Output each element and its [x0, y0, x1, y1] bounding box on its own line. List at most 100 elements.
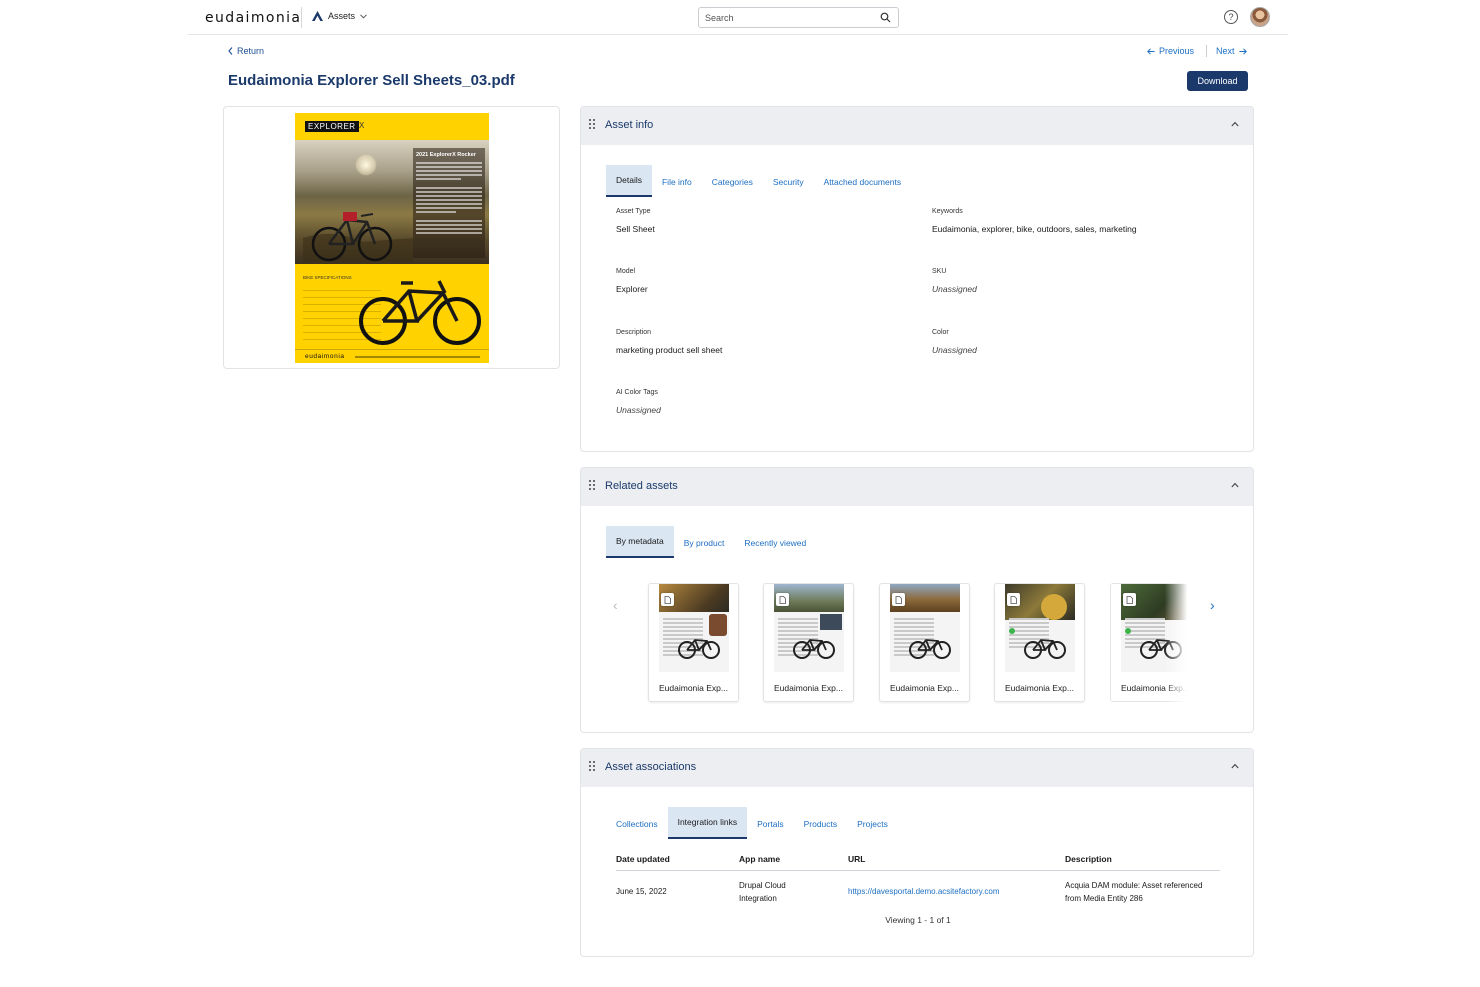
sheet-brand: EXPLORER: [305, 121, 359, 132]
sell-sheet-thumbnail: EXPLORER X 2021 ExplorerX Rocker BIKE SP…: [295, 113, 489, 363]
related-asset-card[interactable]: Eudaimonia Exp...: [648, 583, 739, 702]
document-icon: [1007, 593, 1020, 606]
chevron-up-icon[interactable]: [1231, 763, 1239, 769]
cell-url-link[interactable]: https://davesportal.demo.acsitefactory.c…: [848, 885, 999, 898]
cell-desc-line1: Acquia DAM module: Asset referenced: [1065, 881, 1203, 890]
app-root: eudaimonia Assets Search ? Return Previo…: [0, 0, 1480, 987]
previous-link[interactable]: Previous: [1147, 46, 1194, 56]
tab-recently-viewed[interactable]: Recently viewed: [734, 528, 816, 558]
tab-projects[interactable]: Projects: [847, 809, 898, 839]
related-asset-card[interactable]: Eudaimonia Exp...: [763, 583, 854, 702]
column-header-date[interactable]: Date updated: [616, 854, 670, 864]
related-asset-card[interactable]: Eudaimonia Exp...: [1110, 583, 1201, 702]
field-label: Keywords: [932, 208, 963, 215]
tab-details[interactable]: Details: [606, 165, 652, 197]
tab-integration-links[interactable]: Integration links: [667, 807, 748, 839]
divider: [616, 870, 1220, 871]
avatar[interactable]: [1250, 7, 1270, 27]
related-assets-tabs: By metadata By product Recently viewed: [606, 526, 816, 558]
asset-info-panel: Asset info Details File info Categories …: [580, 106, 1254, 452]
chevron-left-icon: [228, 47, 233, 55]
search-icon[interactable]: [880, 12, 891, 23]
panel-title: Asset info: [605, 119, 654, 131]
tab-attached-documents[interactable]: Attached documents: [814, 167, 912, 197]
tab-by-metadata[interactable]: By metadata: [606, 526, 674, 558]
column-header-app[interactable]: App name: [739, 854, 780, 864]
cell-app-line1: Drupal Cloud: [739, 881, 786, 890]
top-bar: eudaimonia Assets Search ?: [188, 0, 1288, 35]
cell-app-name: Drupal Cloud Integration: [739, 879, 786, 905]
asset-associations-panel: Asset associations Collections Integrati…: [580, 748, 1254, 957]
column-header-url[interactable]: URL: [848, 854, 865, 864]
drag-handle-icon[interactable]: [589, 480, 596, 491]
app-switcher-label: Assets: [328, 11, 356, 21]
field-model: Model Explorer: [616, 268, 648, 294]
field-label: Description: [616, 329, 652, 336]
field-label: Asset Type: [616, 208, 651, 215]
sheet-brand-suffix: X: [359, 121, 365, 130]
asset-name: Eudaimonia Exp...: [1005, 683, 1074, 693]
field-label: AI Color Tags: [616, 389, 658, 396]
chevron-up-icon[interactable]: [1231, 121, 1239, 127]
previous-label: Previous: [1159, 46, 1195, 56]
panel-title: Asset associations: [605, 761, 697, 773]
tab-collections[interactable]: Collections: [606, 809, 668, 839]
divider: [1206, 45, 1207, 57]
arrow-left-icon: [1147, 47, 1155, 55]
download-button[interactable]: Download: [1187, 71, 1248, 91]
related-asset-card[interactable]: Eudaimonia Exp...: [879, 583, 970, 702]
return-link[interactable]: Return: [228, 46, 264, 56]
tab-products[interactable]: Products: [794, 809, 848, 839]
sheet-headline: 2021 ExplorerX Rocker: [416, 152, 476, 158]
tab-categories[interactable]: Categories: [702, 167, 763, 197]
return-label: Return: [237, 46, 265, 56]
field-description: Description marketing product sell sheet: [616, 329, 722, 355]
asset-name: Eudaimonia Exp...: [1121, 683, 1190, 693]
divider: [301, 7, 302, 28]
pagination-status: Viewing 1 - 1 of 1: [885, 915, 951, 925]
carousel-prev-icon[interactable]: ‹: [613, 597, 618, 613]
tab-by-product[interactable]: By product: [674, 528, 735, 558]
search-placeholder: Search: [705, 13, 734, 23]
carousel-next-icon[interactable]: ›: [1210, 597, 1215, 613]
search-input[interactable]: Search: [698, 7, 899, 28]
field-label: SKU: [932, 268, 947, 275]
cell-date: June 15, 2022: [616, 887, 667, 896]
field-value: Unassigned: [932, 284, 977, 294]
asset-name: Eudaimonia Exp...: [659, 683, 728, 693]
sheet-footer: eudaimonia: [295, 349, 489, 363]
column-header-description[interactable]: Description: [1065, 854, 1112, 864]
asset-associations-header[interactable]: Asset associations: [581, 749, 1253, 787]
acquia-logo-icon: [312, 11, 323, 21]
related-assets-panel: Related assets By metadata By product Re…: [580, 467, 1254, 733]
associations-tabs: Collections Integration links Portals Pr…: [606, 807, 898, 839]
drag-handle-icon[interactable]: [589, 119, 596, 130]
tab-security[interactable]: Security: [763, 167, 814, 197]
tab-file-info[interactable]: File info: [652, 167, 702, 197]
asset-preview[interactable]: EXPLORER X 2021 ExplorerX Rocker BIKE SP…: [223, 106, 560, 369]
field-ai-color-tags: AI Color Tags Unassigned: [616, 389, 661, 415]
field-label: Model: [616, 268, 636, 275]
document-icon: [892, 593, 905, 606]
related-assets-header[interactable]: Related assets: [581, 468, 1253, 506]
app-switcher[interactable]: Assets: [312, 11, 367, 21]
document-icon: [776, 593, 789, 606]
logo[interactable]: eudaimonia: [205, 10, 301, 26]
page-title: Eudaimonia Explorer Sell Sheets_03.pdf: [228, 72, 515, 89]
arrow-right-icon: [1239, 47, 1247, 55]
tab-portals[interactable]: Portals: [747, 809, 793, 839]
document-icon: [1123, 593, 1136, 606]
sheet-hero-photo: 2021 ExplorerX Rocker: [295, 140, 489, 264]
asset-info-header[interactable]: Asset info: [581, 107, 1253, 145]
chevron-up-icon[interactable]: [1231, 482, 1239, 488]
drag-handle-icon[interactable]: [589, 761, 596, 772]
asset-name: Eudaimonia Exp...: [774, 683, 843, 693]
field-value: marketing product sell sheet: [616, 345, 723, 355]
document-icon: [661, 593, 674, 606]
help-icon[interactable]: ?: [1224, 10, 1238, 24]
next-link[interactable]: Next: [1216, 46, 1247, 56]
related-asset-card[interactable]: Eudaimonia Exp...: [994, 583, 1085, 702]
sheet-footer-logo: eudaimonia: [305, 353, 345, 360]
next-label: Next: [1216, 46, 1235, 56]
sheet-text-column: 2021 ExplorerX Rocker: [413, 148, 485, 258]
